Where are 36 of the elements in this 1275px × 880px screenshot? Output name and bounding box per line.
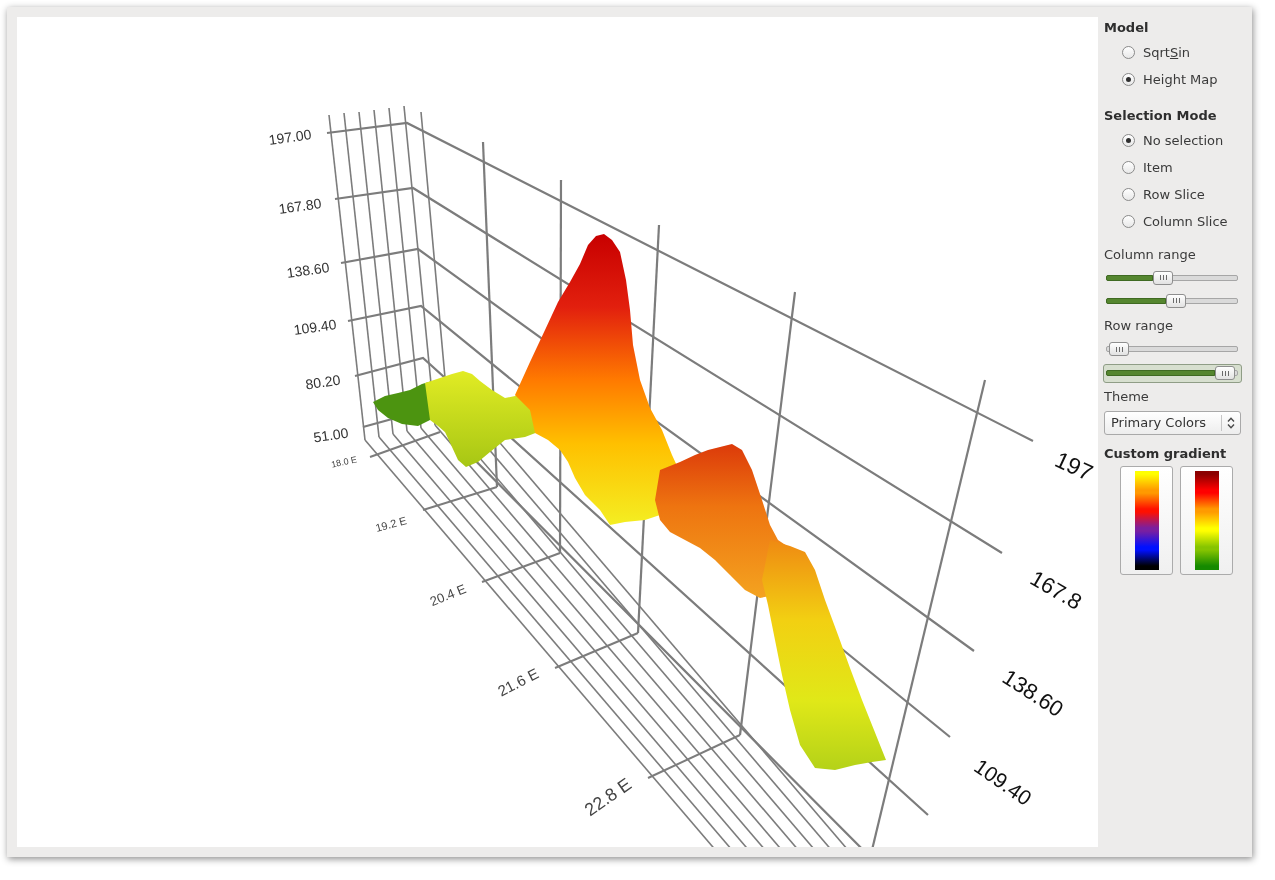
value-axis-label: 109.40 — [292, 316, 338, 338]
section-title: Selection Mode — [1104, 107, 1217, 126]
section-title: Custom gradient — [1104, 445, 1227, 464]
radio-button[interactable] — [1122, 161, 1135, 174]
chevrons-up-down-icon — [1227, 417, 1235, 429]
value-axis-label: 167.80 — [277, 195, 323, 217]
value-axis-label: 167.8 — [1025, 565, 1087, 615]
radio-label[interactable]: Row Slice — [1143, 184, 1205, 205]
radio-button[interactable] — [1122, 134, 1135, 147]
radio-label[interactable]: SqrtSin — [1143, 42, 1191, 63]
field-label: Theme — [1104, 388, 1149, 407]
slider-handle[interactable] — [1153, 270, 1173, 285]
radio-label[interactable]: Height Map — [1143, 69, 1218, 90]
field-label: Row range — [1104, 317, 1173, 336]
slider-handle[interactable] — [1166, 293, 1186, 308]
radio-label[interactable]: No selection — [1143, 130, 1224, 151]
radio-button[interactable] — [1122, 73, 1135, 86]
radio-button[interactable] — [1122, 215, 1135, 228]
section-title: Model — [1104, 19, 1149, 38]
field-label: Column range — [1104, 246, 1196, 265]
gradient-button[interactable] — [1180, 466, 1233, 575]
radio-label[interactable]: Column Slice — [1143, 211, 1228, 232]
grip-icon — [1221, 370, 1229, 376]
gradient-button[interactable] — [1120, 466, 1173, 575]
value-axis-label: 138.60 — [285, 259, 331, 281]
grip-icon — [1159, 275, 1167, 280]
radio-label[interactable]: Item — [1143, 157, 1173, 178]
theme-dropdown[interactable]: Primary Colors — [1104, 411, 1241, 435]
value-axis-label: 197 — [1051, 446, 1097, 486]
grip-icon — [1172, 298, 1180, 303]
radio-button[interactable] — [1122, 188, 1135, 201]
slider-handle[interactable] — [1109, 342, 1129, 356]
value-axis-label: 197.00 — [267, 126, 313, 148]
radio-button[interactable] — [1122, 46, 1135, 59]
slider-handle[interactable] — [1215, 366, 1235, 380]
grip-icon — [1115, 346, 1123, 352]
